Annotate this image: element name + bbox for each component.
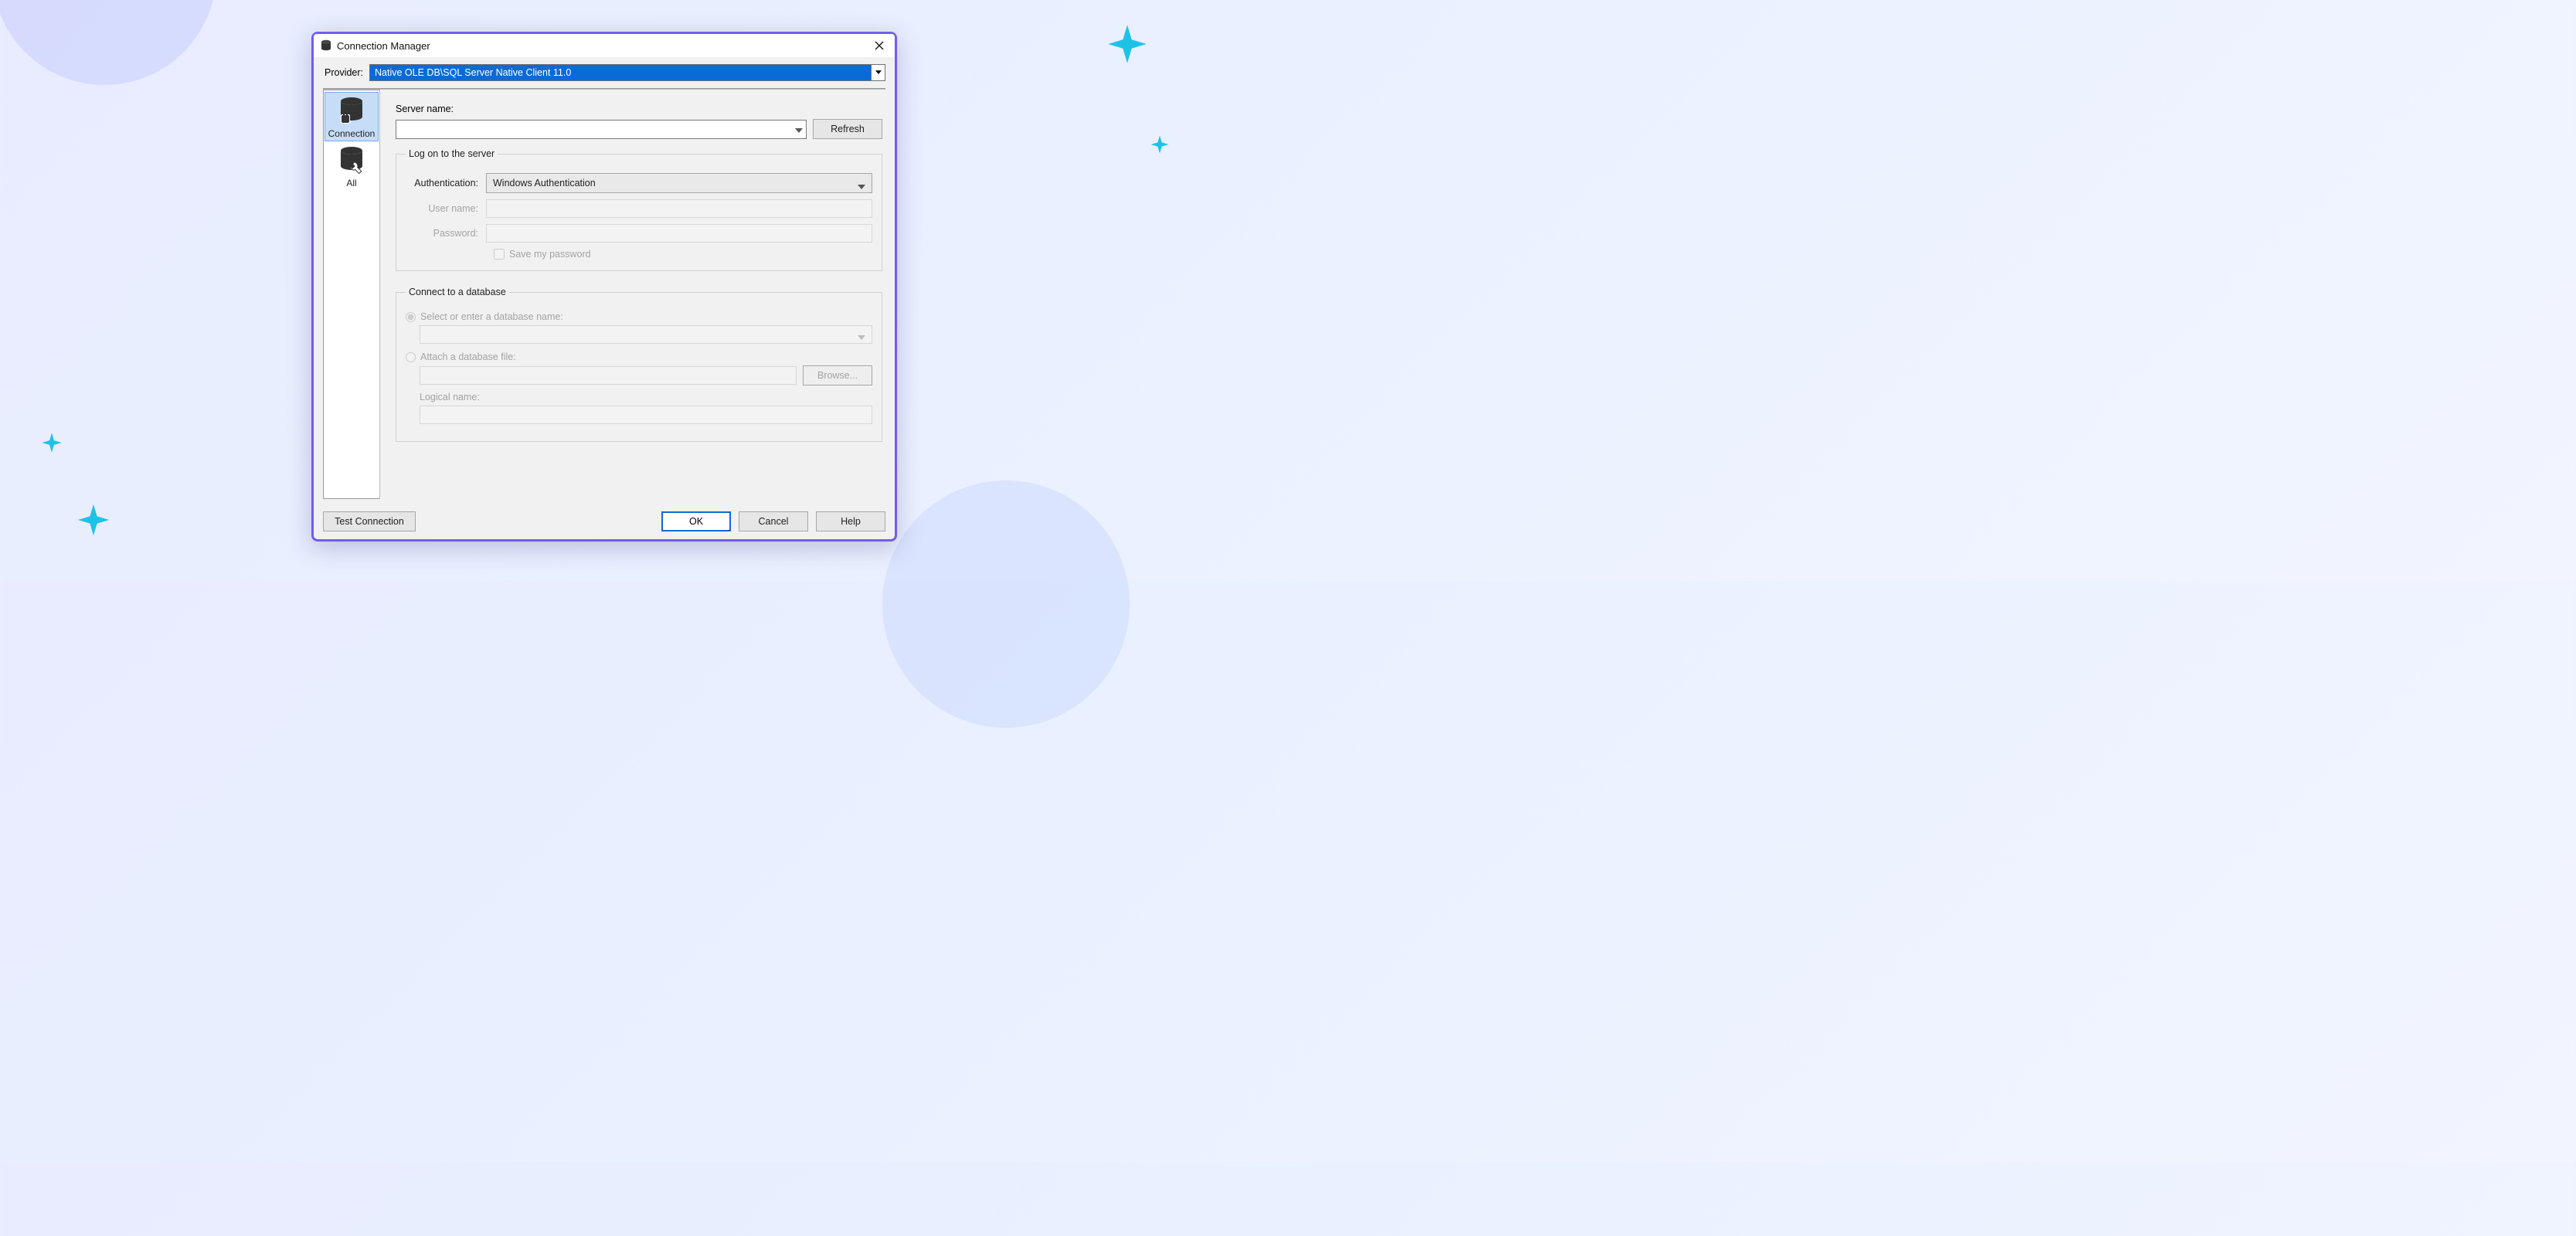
- attach-database-radio: [406, 352, 416, 362]
- authentication-label: Authentication:: [406, 178, 486, 188]
- body: Connection All Server name:: [314, 90, 895, 505]
- refresh-button[interactable]: Refresh: [813, 119, 882, 139]
- logon-group: Log on to the server Authentication: Win…: [396, 148, 882, 271]
- background-circle-top-left: [0, 0, 216, 85]
- username-input: [486, 199, 872, 218]
- sparkle-icon: [1150, 135, 1168, 153]
- sidebar-item-label: All: [325, 178, 378, 188]
- cancel-button[interactable]: Cancel: [739, 511, 808, 531]
- database-name-combo: [420, 325, 872, 344]
- database-plug-icon: [325, 96, 378, 127]
- chevron-down-icon: [858, 182, 865, 192]
- attach-database-label: Attach a database file:: [420, 351, 516, 362]
- database-wrench-icon: [325, 145, 378, 176]
- sparkle-icon: [1108, 25, 1146, 63]
- save-password-label: Save my password: [509, 249, 591, 260]
- sidebar-item-all[interactable]: All: [325, 141, 379, 191]
- provider-value: Native OLE DB\SQL Server Native Client 1…: [375, 67, 571, 78]
- select-database-label: Select or enter a database name:: [420, 311, 563, 322]
- select-database-radio: [406, 312, 416, 322]
- footer: Test Connection OK Cancel Help: [314, 505, 895, 539]
- test-connection-button[interactable]: Test Connection: [323, 511, 416, 531]
- sidebar: Connection All: [323, 90, 380, 499]
- sparkle-icon: [78, 504, 109, 535]
- titlebar: Connection Manager: [314, 34, 895, 57]
- password-input: [486, 224, 872, 243]
- close-button[interactable]: [870, 36, 889, 55]
- background-circle-bottom-right: [882, 480, 1130, 728]
- main-panel: Server name: Refresh Log on to the serve…: [386, 90, 885, 499]
- sparkle-icon: [42, 433, 61, 452]
- help-button[interactable]: Help: [816, 511, 885, 531]
- save-password-checkbox: [494, 249, 505, 260]
- database-icon: [320, 39, 332, 52]
- username-label: User name:: [406, 203, 486, 214]
- authentication-select[interactable]: Windows Authentication: [486, 173, 872, 193]
- database-legend: Connect to a database: [406, 287, 509, 297]
- window-title: Connection Manager: [337, 40, 870, 52]
- chevron-down-icon: [871, 65, 885, 80]
- provider-label: Provider:: [325, 67, 363, 78]
- logon-legend: Log on to the server: [406, 148, 498, 159]
- connection-manager-window: Connection Manager Provider: Native OLE …: [311, 32, 897, 542]
- attach-file-input: [420, 366, 797, 385]
- server-name-label: Server name:: [396, 104, 454, 114]
- logical-name-label: Logical name:: [420, 392, 872, 402]
- server-name-row: Server name:: [396, 104, 882, 114]
- sidebar-item-label: Connection: [325, 128, 378, 139]
- ok-button[interactable]: OK: [661, 511, 731, 531]
- provider-row: Provider: Native OLE DB\SQL Server Nativ…: [314, 57, 895, 88]
- chevron-down-icon: [795, 125, 803, 136]
- chevron-down-icon: [858, 332, 865, 343]
- password-label: Password:: [406, 228, 486, 239]
- logical-name-input: [420, 406, 872, 424]
- database-group: Connect to a database Select or enter a …: [396, 287, 882, 442]
- browse-button: Browse...: [803, 365, 872, 385]
- sidebar-item-connection[interactable]: Connection: [325, 92, 379, 141]
- provider-select[interactable]: Native OLE DB\SQL Server Native Client 1…: [369, 64, 885, 81]
- server-name-combo[interactable]: [396, 120, 807, 139]
- authentication-value: Windows Authentication: [493, 178, 596, 188]
